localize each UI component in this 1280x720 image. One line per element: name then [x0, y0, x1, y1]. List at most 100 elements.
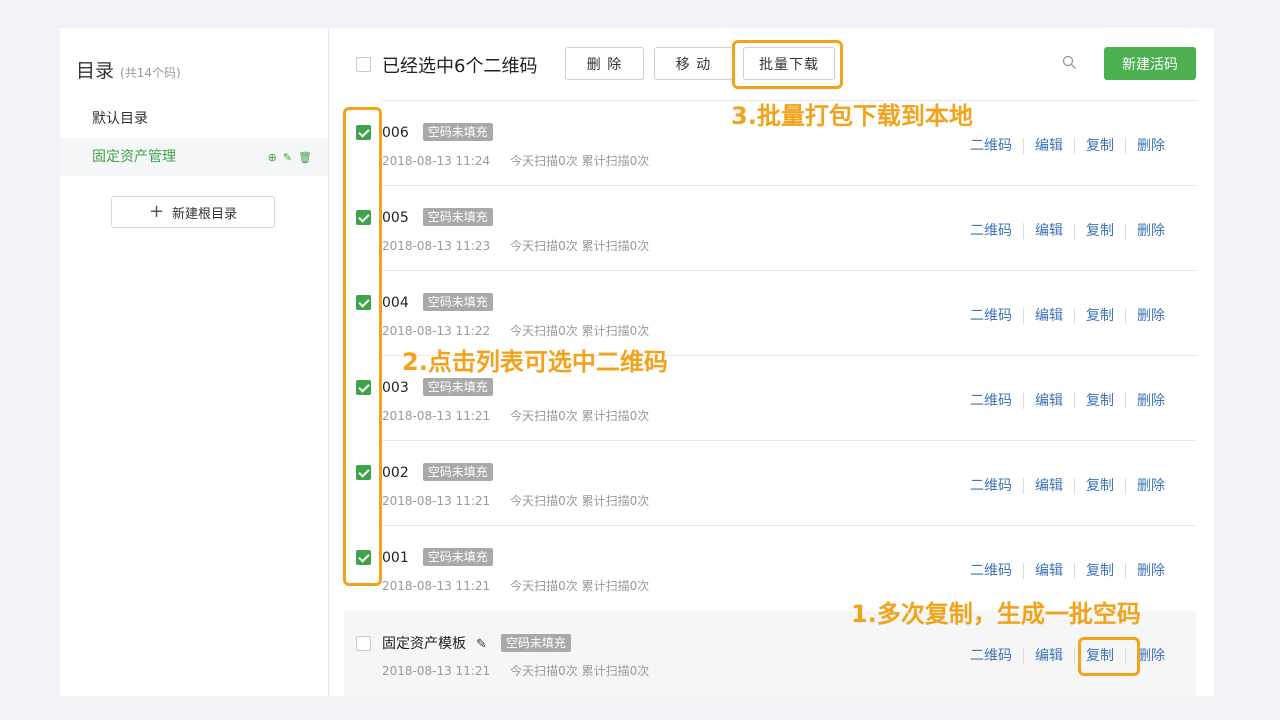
- row-actions: 二维码 编辑 复制 删除: [959, 138, 1176, 154]
- checkbox-highlight-box: [343, 107, 382, 586]
- row-date: 2018-08-13 11:24: [382, 154, 491, 168]
- copy-link[interactable]: 复制: [1074, 308, 1125, 324]
- row-meta: 2018-08-13 11:21 今天扫描0次 累计扫描0次: [382, 407, 649, 424]
- row-name: 003 空码未填充: [382, 378, 493, 396]
- row-name-text: 002: [382, 465, 409, 481]
- row-name: 固定资产模板 ✎ 空码未填充: [382, 633, 571, 653]
- row-date: 2018-08-13 11:22: [382, 324, 491, 338]
- status-badge: 空码未填充: [422, 208, 493, 226]
- delete-folder-icon[interactable]: 🗑: [298, 152, 312, 163]
- row-meta: 2018-08-13 11:21 今天扫描0次 累计扫描0次: [382, 577, 649, 594]
- row-name: 002 空码未填充: [382, 463, 493, 481]
- row-actions: 二维码 编辑 复制 删除: [959, 648, 1176, 664]
- code-count: (共14个码): [120, 66, 181, 80]
- status-badge: 空码未填充: [422, 378, 493, 396]
- delete-button[interactable]: 删 除: [565, 47, 644, 80]
- edit-link[interactable]: 编辑: [1023, 138, 1074, 154]
- copy-link[interactable]: 复制: [1074, 393, 1125, 409]
- annotation-copy-multiple: 1.多次复制，生成一批空码: [851, 600, 1141, 628]
- edit-link[interactable]: 编辑: [1023, 308, 1074, 324]
- new-root-folder-button[interactable]: + 新建根目录: [111, 196, 275, 228]
- copy-highlight-box: [1078, 637, 1140, 676]
- row-actions: 二维码 编辑 复制 删除: [959, 478, 1176, 494]
- new-root-label: 新建根目录: [172, 206, 238, 222]
- batch-download-highlight-box: [732, 40, 843, 89]
- row-name-text: 005: [382, 210, 409, 226]
- qrcode-link[interactable]: 二维码: [959, 138, 1023, 154]
- row-stats: 今天扫描0次 累计扫描0次: [510, 409, 650, 423]
- copy-link[interactable]: 复制: [1074, 138, 1125, 154]
- row-name-text: 001: [382, 550, 409, 566]
- edit-link[interactable]: 编辑: [1023, 563, 1074, 579]
- row-actions: 二维码 编辑 复制 删除: [959, 563, 1176, 579]
- row-meta: 2018-08-13 11:24 今天扫描0次 累计扫描0次: [382, 152, 649, 169]
- sidebar-item-actions: ⊕ ✎ 🗑: [268, 138, 312, 176]
- pencil-icon[interactable]: ✎: [476, 637, 487, 652]
- edit-link[interactable]: 编辑: [1023, 648, 1074, 664]
- status-badge: 空码未填充: [422, 463, 493, 481]
- row-name: 001 空码未填充: [382, 548, 493, 566]
- delete-link[interactable]: 删除: [1125, 308, 1176, 324]
- row-name: 005 空码未填充: [382, 208, 493, 226]
- edit-link[interactable]: 编辑: [1023, 223, 1074, 239]
- status-badge: 空码未填充: [422, 293, 493, 311]
- row-stats: 今天扫描0次 累计扫描0次: [510, 579, 650, 593]
- row-stats: 今天扫描0次 累计扫描0次: [510, 494, 650, 508]
- row-date: 2018-08-13 11:21: [382, 409, 491, 423]
- copy-link[interactable]: 复制: [1074, 478, 1125, 494]
- row-name: 006 空码未填充: [382, 123, 493, 141]
- delete-link[interactable]: 删除: [1125, 223, 1176, 239]
- row-actions: 二维码 编辑 复制 删除: [959, 393, 1176, 409]
- selected-count-text: 已经选中6个二维码: [382, 56, 538, 77]
- annotation-select-rows: 2.点击列表可选中二维码: [402, 348, 668, 376]
- copy-link[interactable]: 复制: [1074, 223, 1125, 239]
- table-row[interactable]: 005 空码未填充 2018-08-13 11:23 今天扫描0次 累计扫描0次 二…: [382, 185, 1196, 271]
- add-subfolder-icon[interactable]: ⊕: [268, 152, 277, 163]
- row-meta: 2018-08-13 11:21 今天扫描0次 累计扫描0次: [382, 492, 649, 509]
- select-all-checkbox[interactable]: [356, 57, 371, 72]
- sidebar-item-default[interactable]: 默认目录: [60, 100, 328, 138]
- sidebar-title: 目录 (共14个码): [76, 56, 181, 83]
- delete-link[interactable]: 删除: [1125, 138, 1176, 154]
- row-name-text: 003: [382, 380, 409, 396]
- table-row[interactable]: 002 空码未填充 2018-08-13 11:21 今天扫描0次 累计扫描0次 二…: [382, 440, 1196, 526]
- delete-link[interactable]: 删除: [1125, 563, 1176, 579]
- edit-folder-icon[interactable]: ✎: [283, 152, 292, 163]
- copy-link[interactable]: 复制: [1074, 563, 1125, 579]
- row-actions: 二维码 编辑 复制 删除: [959, 308, 1176, 324]
- status-badge: 空码未填充: [422, 548, 493, 566]
- qrcode-link[interactable]: 二维码: [959, 223, 1023, 239]
- row-stats: 今天扫描0次 累计扫描0次: [510, 324, 650, 338]
- qrcode-link[interactable]: 二维码: [959, 308, 1023, 324]
- search-icon[interactable]: [1062, 55, 1077, 70]
- row-name-text: 004: [382, 295, 409, 311]
- row-meta: 2018-08-13 11:23 今天扫描0次 累计扫描0次: [382, 237, 649, 254]
- delete-link[interactable]: 删除: [1125, 393, 1176, 409]
- new-code-button[interactable]: 新建活码: [1104, 47, 1196, 80]
- move-button[interactable]: 移 动: [654, 47, 733, 80]
- row-name-text: 固定资产模板: [382, 636, 466, 652]
- row-checkbox-template[interactable]: [356, 636, 371, 651]
- status-badge: 空码未填充: [500, 634, 571, 652]
- qrcode-link[interactable]: 二维码: [959, 393, 1023, 409]
- row-actions: 二维码 编辑 复制 删除: [959, 223, 1176, 239]
- row-name: 004 空码未填充: [382, 293, 493, 311]
- edit-link[interactable]: 编辑: [1023, 393, 1074, 409]
- sidebar-title-text: 目录: [76, 60, 115, 82]
- row-date: 2018-08-13 11:21: [382, 664, 491, 678]
- sidebar: 目录 (共14个码) 默认目录 固定资产管理 ⊕ ✎ 🗑 + 新建根目录: [60, 28, 329, 696]
- qrcode-link[interactable]: 二维码: [959, 563, 1023, 579]
- edit-link[interactable]: 编辑: [1023, 478, 1074, 494]
- row-meta: 2018-08-13 11:21 今天扫描0次 累计扫描0次: [382, 662, 649, 679]
- row-date: 2018-08-13 11:21: [382, 494, 491, 508]
- qrcode-link[interactable]: 二维码: [959, 648, 1023, 664]
- row-stats: 今天扫描0次 累计扫描0次: [510, 154, 650, 168]
- sidebar-item-label: 固定资产管理: [92, 149, 176, 165]
- row-date: 2018-08-13 11:21: [382, 579, 491, 593]
- delete-link[interactable]: 删除: [1125, 478, 1176, 494]
- row-name-text: 006: [382, 125, 409, 141]
- qrcode-link[interactable]: 二维码: [959, 478, 1023, 494]
- sidebar-item-fixed-assets[interactable]: 固定资产管理 ⊕ ✎ 🗑: [60, 138, 328, 176]
- row-stats: 今天扫描0次 累计扫描0次: [510, 239, 650, 253]
- plus-icon: +: [148, 201, 165, 222]
